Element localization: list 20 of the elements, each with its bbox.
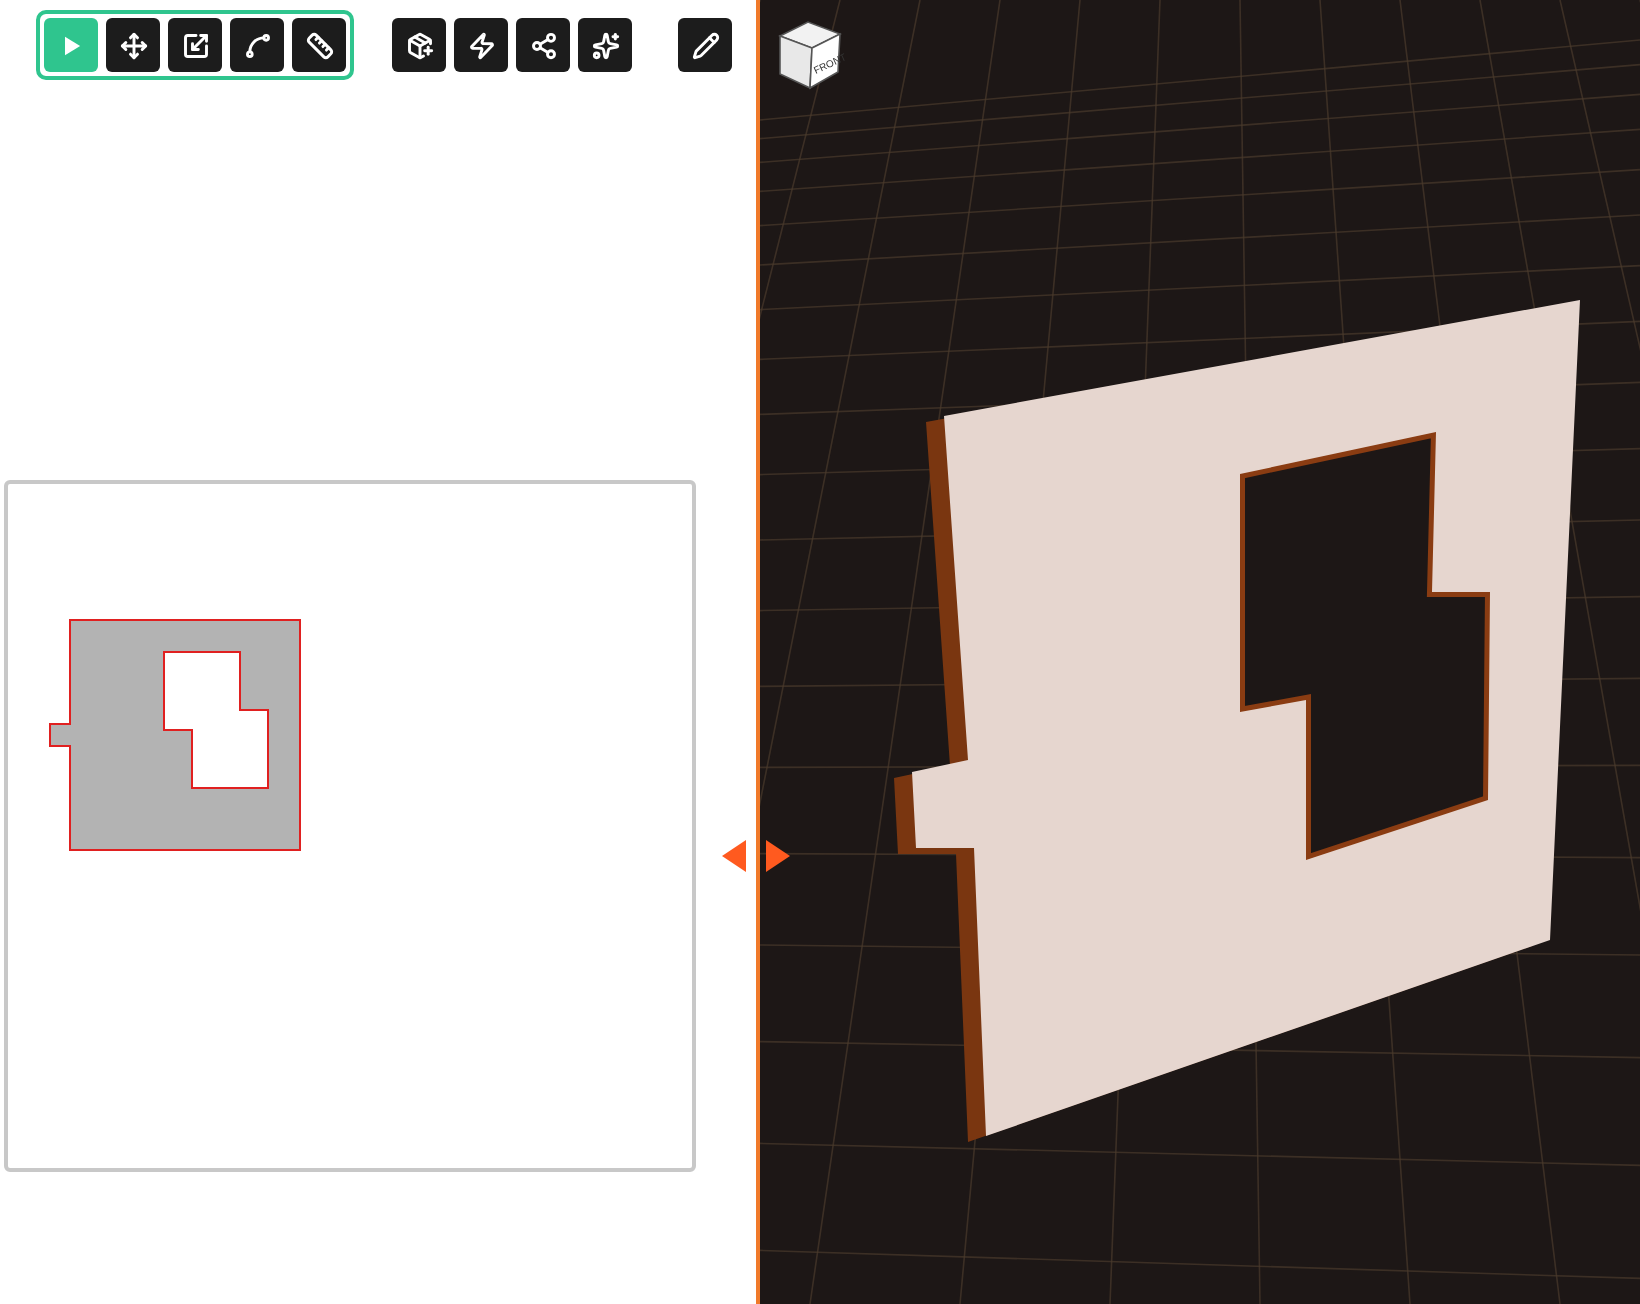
tool-button[interactable] <box>168 18 222 72</box>
pencil-icon <box>691 31 719 59</box>
sketch-shape[interactable] <box>49 619 301 851</box>
tool-button[interactable] <box>230 18 284 72</box>
lightning-icon <box>467 31 495 59</box>
tool-button[interactable] <box>392 18 446 72</box>
ruler-icon <box>305 31 333 59</box>
tool-button[interactable] <box>106 18 160 72</box>
tool-button[interactable] <box>516 18 570 72</box>
move-icon <box>119 31 147 59</box>
tool-button[interactable] <box>678 18 732 72</box>
tool-button[interactable] <box>578 18 632 72</box>
box-add-icon <box>405 31 433 59</box>
resize-handle[interactable] <box>720 838 792 874</box>
sparkles-icon <box>591 31 619 59</box>
tool-button[interactable] <box>292 18 346 72</box>
tool-button[interactable] <box>454 18 508 72</box>
share-icon <box>529 31 557 59</box>
spline-icon <box>243 31 271 59</box>
scale-icon <box>181 31 209 59</box>
